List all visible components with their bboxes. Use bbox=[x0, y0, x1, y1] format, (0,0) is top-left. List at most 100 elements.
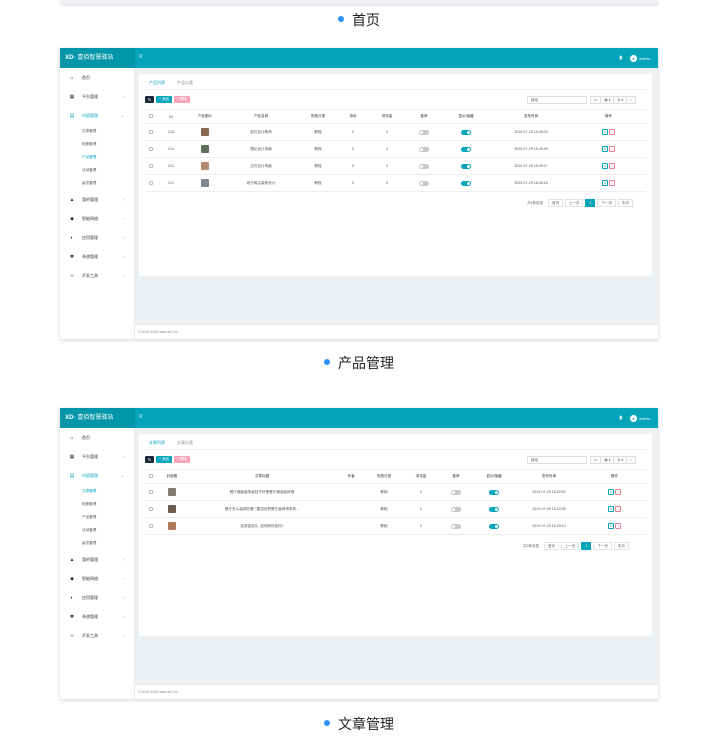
brand-logo[interactable]: XD· 壹佰智慧驿站 bbox=[60, 408, 135, 428]
visibility-toggle[interactable] bbox=[489, 489, 499, 495]
row-checkbox[interactable] bbox=[149, 129, 153, 134]
page-current-button[interactable]: 1 bbox=[585, 199, 596, 207]
recommend-toggle[interactable] bbox=[419, 180, 429, 186]
sidebar-item-gear[interactable]: ✱ 系统管理 › bbox=[60, 607, 134, 626]
sidebar-item-globe[interactable]: ◐ 应用管理 › bbox=[60, 588, 134, 607]
menu-toggle-icon[interactable]: ≡ bbox=[139, 414, 143, 420]
data-table: ID 产品图片 产品名称 所属分类 排序 浏览量 推荐 显示/隐藏 发布时间 操作 215 新式设计教… bbox=[145, 109, 646, 192]
sidebar-item-document[interactable]: ▤ 内容管理 ⌄ bbox=[60, 466, 134, 485]
row-checkbox[interactable] bbox=[149, 163, 153, 168]
add-button[interactable]: + 添加 bbox=[156, 96, 173, 103]
edit-icon[interactable]: ✎ bbox=[608, 489, 614, 495]
row-checkbox[interactable] bbox=[149, 146, 153, 151]
table-cell bbox=[407, 146, 441, 152]
sidebar-item-home[interactable]: ⌂ 首页 bbox=[60, 68, 134, 87]
add-button[interactable]: + 添加 bbox=[156, 456, 173, 463]
sidebar-subitem[interactable]: 相册管理 bbox=[60, 138, 134, 151]
notification-icon[interactable]: ▮ bbox=[619, 415, 622, 421]
row-checkbox[interactable] bbox=[149, 523, 153, 528]
row-checkbox[interactable] bbox=[149, 506, 153, 511]
trash-icon[interactable]: ▪ bbox=[615, 523, 621, 529]
export-button[interactable]: ⬇ ▾ bbox=[613, 96, 628, 104]
row-checkbox[interactable] bbox=[149, 489, 153, 494]
edit-icon[interactable]: ✎ bbox=[602, 163, 608, 169]
sidebar-item-gear[interactable]: ✱ 系统管理 › bbox=[60, 247, 134, 266]
select-all-checkbox[interactable] bbox=[149, 474, 153, 478]
visibility-toggle[interactable] bbox=[489, 523, 499, 529]
sidebar-item-grid[interactable]: ▦ 平台管理 › bbox=[60, 87, 134, 106]
table-cell: ✎ ▪ bbox=[571, 180, 646, 186]
recommend-toggle[interactable] bbox=[451, 506, 461, 512]
recommend-toggle[interactable] bbox=[419, 146, 429, 152]
edit-icon[interactable]: ✎ bbox=[602, 129, 608, 135]
user-menu[interactable]: ● admin bbox=[630, 414, 650, 422]
visibility-toggle[interactable] bbox=[461, 163, 471, 169]
sidebar-item-code[interactable]: ‹› 开发工具 › bbox=[60, 626, 134, 645]
export-button[interactable]: ⬇ ▾ bbox=[613, 456, 628, 464]
row-checkbox[interactable] bbox=[149, 180, 153, 185]
sidebar-subitem[interactable]: 留言管理 bbox=[60, 177, 134, 190]
page-prev-button[interactable]: 上一页 bbox=[560, 542, 580, 550]
page-last-button[interactable]: 末页 bbox=[617, 199, 633, 207]
caption-text: 文章管理 bbox=[338, 716, 394, 732]
page-first-button[interactable]: 首页 bbox=[543, 542, 559, 550]
visibility-toggle[interactable] bbox=[461, 180, 471, 186]
sidebar-subitem[interactable]: 活动管理 bbox=[60, 524, 134, 537]
sidebar-subitem[interactable]: 文章管理 bbox=[60, 125, 134, 138]
sidebar-subitem[interactable]: 产品管理 bbox=[60, 511, 134, 524]
columns-button[interactable]: ▦ ▾ bbox=[600, 456, 615, 464]
sidebar-item-globe[interactable]: ◐ 应用管理 › bbox=[60, 228, 134, 247]
delete-button[interactable]: × 删除 bbox=[174, 456, 191, 463]
page-next-button[interactable]: 下一页 bbox=[597, 199, 616, 207]
sidebar-item-grid[interactable]: ▦ 平台管理 › bbox=[60, 447, 134, 466]
page-last-button[interactable]: 末页 bbox=[613, 542, 629, 550]
select-all-checkbox[interactable] bbox=[149, 114, 153, 118]
trash-icon[interactable]: ▪ bbox=[609, 146, 615, 152]
page-next-button[interactable]: 下一页 bbox=[593, 542, 612, 550]
columns-button[interactable]: ▦ ▾ bbox=[600, 96, 615, 104]
sidebar-item-bell[interactable]: ▲ 我的管理 › bbox=[60, 190, 134, 209]
edit-icon[interactable]: ✎ bbox=[608, 523, 614, 529]
trash-icon[interactable]: ▪ bbox=[609, 129, 615, 135]
refresh-button[interactable]: ↻ bbox=[145, 96, 154, 103]
sidebar-item-bell[interactable]: ▲ 我的管理 › bbox=[60, 550, 134, 569]
sidebar-item-document[interactable]: ▤ 内容管理 ⌄ bbox=[60, 106, 134, 125]
edit-icon[interactable]: ✎ bbox=[602, 146, 608, 152]
recommend-toggle[interactable] bbox=[419, 129, 429, 135]
sidebar-subitem[interactable]: 活动管理 bbox=[60, 164, 134, 177]
page-first-button[interactable]: 首页 bbox=[547, 199, 563, 207]
trash-icon[interactable]: ▪ bbox=[609, 163, 615, 169]
delete-button[interactable]: × 删除 bbox=[174, 96, 191, 103]
edit-icon[interactable]: ✎ bbox=[608, 506, 614, 512]
advanced-search-button[interactable]: ⌕ bbox=[626, 456, 636, 464]
sidebar-subitem[interactable]: 留言管理 bbox=[60, 537, 134, 550]
sidebar-item-users[interactable]: ◆ 智能网络 › bbox=[60, 569, 134, 588]
advanced-search-button[interactable]: ⌕ bbox=[626, 96, 636, 104]
recommend-toggle[interactable] bbox=[451, 523, 461, 529]
refresh-button[interactable]: ↻ bbox=[145, 456, 154, 463]
sidebar-subitem[interactable]: 相册管理 bbox=[60, 498, 134, 511]
page-prev-button[interactable]: 上一页 bbox=[564, 199, 584, 207]
visibility-toggle[interactable] bbox=[489, 506, 499, 512]
menu-toggle-icon[interactable]: ≡ bbox=[139, 54, 143, 60]
user-menu[interactable]: ● admin bbox=[630, 54, 650, 62]
recommend-toggle[interactable] bbox=[419, 163, 429, 169]
edit-icon[interactable]: ✎ bbox=[602, 180, 608, 186]
trash-icon[interactable]: ▪ bbox=[615, 506, 621, 512]
notification-icon[interactable]: ▮ bbox=[619, 55, 622, 61]
sidebar-item-code[interactable]: ‹› 开发工具 › bbox=[60, 266, 134, 285]
sidebar-item-users[interactable]: ◆ 智能网络 › bbox=[60, 209, 134, 228]
trash-icon[interactable]: ▪ bbox=[609, 180, 615, 186]
search-input[interactable]: 搜索 bbox=[527, 96, 587, 104]
sidebar-subitem[interactable]: 文章管理 bbox=[60, 485, 134, 498]
page-current-button[interactable]: 1 bbox=[581, 542, 592, 550]
visibility-toggle[interactable] bbox=[461, 146, 471, 152]
search-input[interactable]: 搜索 bbox=[527, 456, 587, 464]
sidebar-item-home[interactable]: ⌂ 首页 bbox=[60, 428, 134, 447]
recommend-toggle[interactable] bbox=[451, 489, 461, 495]
brand-logo[interactable]: XD· 壹佰智慧驿站 bbox=[60, 48, 135, 68]
trash-icon[interactable]: ▪ bbox=[615, 489, 621, 495]
table-cell: 0 bbox=[352, 181, 354, 185]
sidebar-subitem[interactable]: 产品管理 bbox=[60, 151, 134, 164]
visibility-toggle[interactable] bbox=[461, 129, 471, 135]
